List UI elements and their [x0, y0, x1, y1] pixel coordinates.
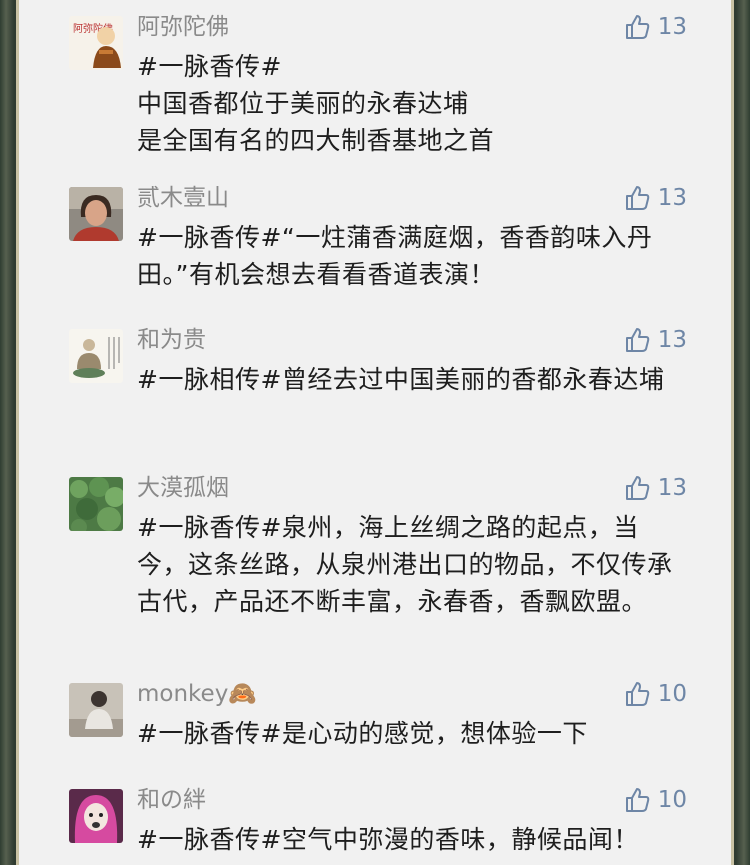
- like-button[interactable]: 13: [624, 473, 687, 503]
- monk-figure-icon[interactable]: 阿弥陀佛: [69, 16, 123, 70]
- comment-list: 阿弥陀佛 阿弥陀佛 13 #一脉香传# 中国香都位于美丽的永春达埔 是全国有名的…: [16, 0, 734, 865]
- comment-text: #一脉香传#空气中弥漫的香味，静候品闻！: [137, 825, 639, 854]
- like-button[interactable]: 13: [624, 12, 687, 42]
- like-count: 13: [657, 327, 687, 353]
- thumbs-up-icon: [624, 185, 650, 211]
- person-photo-icon[interactable]: [69, 187, 123, 241]
- like-count: 13: [657, 185, 687, 211]
- thumbs-up-icon: [624, 327, 650, 353]
- thumbs-up-icon: [624, 14, 650, 40]
- like-button[interactable]: 10: [624, 679, 687, 709]
- like-button[interactable]: 10: [624, 785, 687, 815]
- like-button[interactable]: 13: [624, 325, 687, 355]
- thumbs-up-icon: [624, 475, 650, 501]
- buddha-statue-icon[interactable]: [69, 329, 123, 383]
- user-name[interactable]: 贰木壹山: [137, 183, 229, 213]
- user-name[interactable]: 阿弥陀佛: [137, 12, 229, 42]
- person-photo-icon[interactable]: [69, 683, 123, 737]
- user-name[interactable]: 和の絆: [137, 785, 206, 815]
- user-name[interactable]: 大漠孤烟: [137, 473, 229, 503]
- comment-text: #一脉香传# 中国香都位于美丽的永春达埔 是全国有名的四大制香基地之首: [137, 52, 495, 155]
- green-plants-icon[interactable]: [69, 477, 123, 531]
- like-button[interactable]: 13: [624, 183, 687, 213]
- user-name[interactable]: monkey🙈: [137, 679, 257, 709]
- comment-text: #一脉香传#泉州，海上丝绸之路的起点，当今，这条丝路，从泉州港出口的物品，不仅传…: [137, 513, 673, 616]
- pink-hood-figure-icon[interactable]: [69, 789, 123, 843]
- like-count: 13: [657, 14, 687, 40]
- user-name[interactable]: 和为贵: [137, 325, 206, 355]
- comment-text: #一脉香传#是心动的感觉，想体验一下: [137, 719, 588, 748]
- like-count: 10: [657, 787, 687, 813]
- comment-text: #一脉香传#“一炷蒲香满庭烟，香香韵味入丹田。”有机会想去看看香道表演！: [137, 223, 653, 289]
- like-count: 13: [657, 475, 687, 501]
- thumbs-up-icon: [624, 787, 650, 813]
- comment-text: #一脉相传#曾经去过中国美丽的香都永春达埔: [137, 365, 665, 394]
- thumbs-up-icon: [624, 681, 650, 707]
- like-count: 10: [657, 681, 687, 707]
